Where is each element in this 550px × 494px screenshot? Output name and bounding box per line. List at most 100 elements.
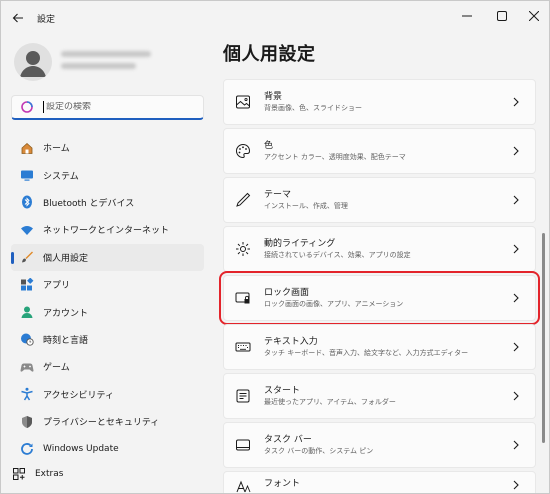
back-arrow-icon: [12, 13, 23, 23]
accessibility-icon: [19, 386, 35, 402]
card-subtitle: タスク バーの動作、システム ピン: [264, 446, 374, 455]
sidebar-item-label: 時刻と言語: [43, 335, 89, 346]
chevron-right-icon: [511, 195, 521, 205]
lock-screen-icon: [234, 289, 252, 307]
card-lock-screen[interactable]: ロック画面 ロック画面の画像、アプリ、アニメーション: [219, 271, 540, 325]
card-colors[interactable]: 色 アクセント カラー、透明度効果、配色テーマ: [223, 128, 536, 174]
gamepad-icon: [19, 359, 35, 375]
profile-info-redacted: [61, 51, 151, 75]
keyboard-icon: [234, 338, 252, 356]
bluetooth-icon: [19, 194, 35, 210]
card-background[interactable]: 背景 背景画像、色、スライドショー: [223, 79, 536, 125]
home-icon: [19, 140, 35, 156]
sidebar-item-label: アプリ: [43, 281, 71, 292]
sidebar-item-label: Extras: [35, 469, 64, 479]
sidebar-item-label: 個人用設定: [43, 253, 89, 264]
window-title: 設定: [37, 15, 56, 25]
chevron-right-icon: [511, 391, 521, 401]
chevron-right-icon: [511, 97, 521, 107]
card-title: タスク バー: [264, 434, 312, 445]
globe-clock-icon: [19, 331, 35, 347]
card-subtitle: 最近使ったアプリ、アイテム、フォルダー: [264, 397, 396, 406]
sidebar-nav: ホーム システム Bluetooth とデバイス ネットワークとインターネット …: [11, 134, 204, 463]
chevron-right-icon: [511, 293, 521, 303]
card-title: 背景: [264, 91, 283, 102]
sidebar-item-extras[interactable]: Extras: [11, 464, 63, 484]
sidebar-item-label: Bluetooth とデバイス: [43, 198, 135, 209]
sidebar-item-network[interactable]: ネットワークとインターネット: [11, 216, 204, 243]
minimize-icon: [462, 15, 472, 17]
settings-card-list: 背景 背景画像、色、スライドショー 色 アクセント カラー、透明度効果、配色テー…: [219, 79, 540, 493]
sidebar-item-accounts[interactable]: アカウント: [11, 298, 204, 325]
sidebar-item-label: ネットワークとインターネット: [43, 226, 170, 237]
sidebar-item-label: アカウント: [43, 308, 89, 319]
sidebar-item-privacy-security[interactable]: プライバシーとセキュリティ: [11, 408, 204, 435]
card-title: 動的ライティング: [264, 238, 336, 249]
sidebar-item-accessibility[interactable]: アクセシビリティ: [11, 381, 204, 408]
card-subtitle: 接続されているデバイス、効果、アプリの設定: [264, 250, 411, 259]
start-icon: [234, 387, 252, 405]
card-subtitle: インストール、作成、管理: [264, 201, 348, 210]
chevron-right-icon: [511, 244, 521, 254]
brush-icon: [19, 249, 35, 265]
sidebar-item-home[interactable]: ホーム: [11, 134, 204, 161]
card-text-input[interactable]: テキスト入力 タッチ キーボード、音声入力、絵文字など、入力方式エディター: [223, 324, 536, 370]
card-themes[interactable]: テーマ インストール、作成、管理: [223, 177, 536, 223]
card-title: ロック画面: [264, 287, 310, 298]
search-input[interactable]: [46, 102, 196, 112]
person-silhouette-icon: [20, 51, 46, 77]
image-icon: [234, 93, 252, 111]
back-button[interactable]: [7, 7, 29, 29]
sidebar-item-personalization[interactable]: 個人用設定: [11, 243, 204, 271]
sidebar-item-label: Windows Update: [43, 443, 119, 454]
sidebar-item-label: ゲーム: [43, 363, 70, 374]
monitor-icon: [19, 167, 35, 183]
card-subtitle: タッチ キーボード、音声入力、絵文字など、入力方式エディター: [264, 348, 469, 357]
card-title: テーマ: [264, 189, 292, 200]
taskbar-icon: [234, 436, 252, 454]
chevron-right-icon: [511, 146, 521, 156]
card-subtitle: ロック画面の画像、アプリ、アニメーション: [264, 299, 404, 308]
person-icon: [19, 304, 35, 320]
scrollbar-thumb[interactable]: [542, 233, 545, 443]
sidebar-item-label: システム: [43, 171, 79, 182]
sidebar-item-gaming[interactable]: ゲーム: [11, 353, 204, 380]
title-bar: 設定: [1, 1, 549, 35]
card-fonts[interactable]: フォント: [223, 471, 536, 493]
sidebar-item-label: アクセシビリティ: [43, 390, 115, 401]
card-title: スタート: [264, 385, 301, 396]
sidebar-item-label: プライバシーとセキュリティ: [43, 418, 160, 429]
search-box[interactable]: [11, 95, 204, 120]
sidebar-item-windows-update[interactable]: Windows Update: [11, 435, 204, 462]
close-icon: [529, 11, 539, 21]
avatar[interactable]: [14, 43, 52, 81]
maximize-icon: [497, 11, 507, 21]
pen-icon: [234, 191, 252, 209]
card-taskbar[interactable]: タスク バー タスク バーの動作、システム ピン: [223, 422, 536, 468]
font-icon: [234, 478, 252, 493]
card-subtitle: 背景画像、色、スライドショー: [264, 103, 362, 112]
wifi-icon: [19, 222, 35, 238]
card-subtitle: アクセント カラー、透明度効果、配色テーマ: [264, 152, 406, 161]
page-title: 個人用設定: [223, 44, 316, 65]
card-dynamic-lighting[interactable]: 動的ライティング 接続されているデバイス、効果、アプリの設定: [223, 226, 536, 272]
card-title: フォント: [264, 479, 301, 489]
minimize-button[interactable]: [450, 1, 484, 31]
apps-icon: [19, 277, 35, 293]
chevron-right-icon: [511, 342, 521, 352]
chevron-right-icon: [511, 440, 521, 450]
shield-icon: [19, 414, 35, 430]
chevron-right-icon: [511, 480, 521, 490]
maximize-button[interactable]: [485, 1, 519, 31]
card-start[interactable]: スタート 最近使ったアプリ、アイテム、フォルダー: [223, 373, 536, 419]
card-title: 色: [264, 140, 274, 151]
palette-icon: [234, 142, 252, 160]
search-icon: [21, 101, 33, 113]
sidebar-item-bluetooth[interactable]: Bluetooth とデバイス: [11, 189, 204, 216]
sidebar-item-time-language[interactable]: 時刻と言語: [11, 326, 204, 353]
close-button[interactable]: [517, 1, 549, 31]
sidebar-item-system[interactable]: システム: [11, 161, 204, 188]
card-title: テキスト入力: [264, 336, 318, 347]
sidebar-item-apps[interactable]: アプリ: [11, 271, 204, 298]
settings-window: 設定 ホーム: [0, 0, 550, 494]
